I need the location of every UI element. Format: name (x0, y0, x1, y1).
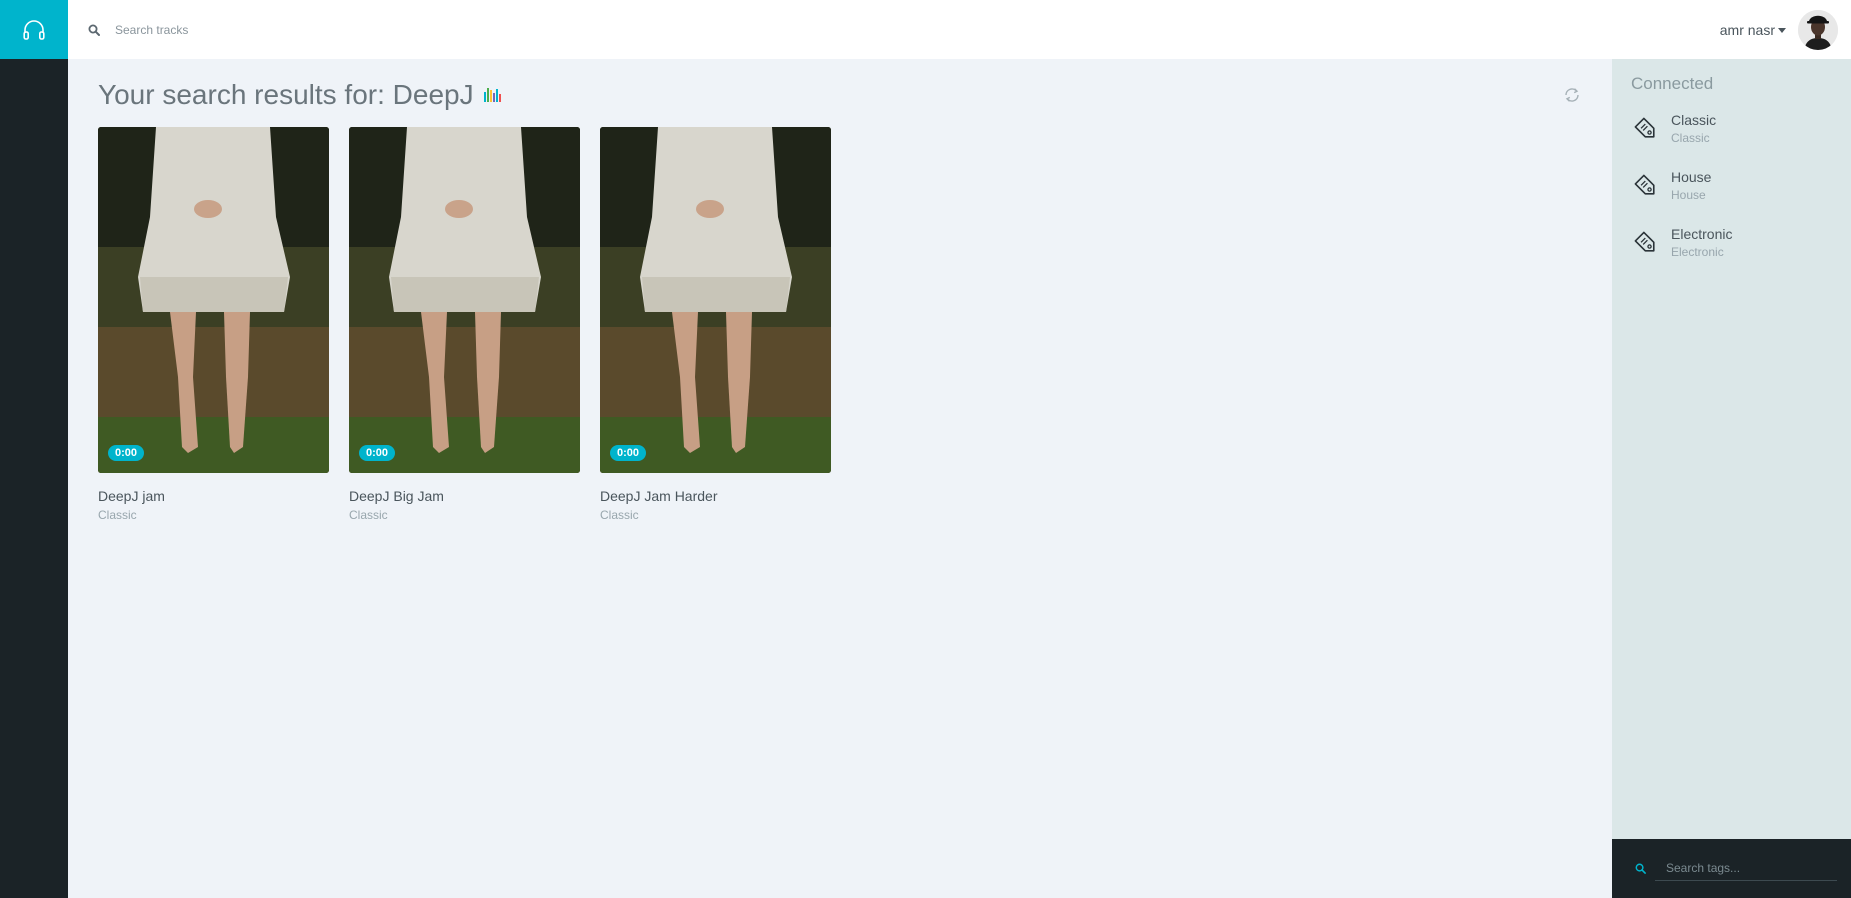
track-title[interactable]: DeepJ jam (98, 488, 329, 504)
track-duration-badge: 0:00 (610, 445, 647, 461)
brand-logo[interactable] (0, 0, 68, 59)
track-cover[interactable]: 0:00 (349, 127, 580, 473)
track-search (88, 0, 515, 59)
track-card[interactable]: 0:00 DeepJ jam Classic (98, 127, 329, 522)
track-card[interactable]: 0:00 DeepJ Jam Harder Classic (600, 127, 831, 522)
track-genre: Classic (98, 508, 137, 522)
page-title: Your search results for: DeepJ (98, 79, 501, 111)
tag-item-electronic[interactable]: Electronic Electronic (1631, 226, 1841, 283)
user-name: amr nasr (1719, 21, 1775, 38)
connected-sidebar: Connected Classic Classic House House El… (1612, 59, 1851, 898)
tag-item-classic[interactable]: Classic Classic (1631, 112, 1841, 169)
tag-subtitle: Electronic (1671, 245, 1724, 259)
tag-list: Classic Classic House House Electronic E… (1631, 112, 1841, 283)
cover-image (98, 127, 329, 473)
track-genre: Classic (349, 508, 388, 522)
tag-name: Classic (1671, 112, 1717, 128)
user-menu[interactable]: amr nasr (1720, 0, 1838, 59)
main-content: Your search results for: DeepJ 0:00 Deep… (68, 59, 1612, 898)
track-duration-badge: 0:00 (108, 445, 145, 461)
cover-image (349, 127, 580, 473)
track-genre: Classic (600, 508, 639, 522)
track-cover[interactable]: 0:00 (600, 127, 831, 473)
top-header: amr nasr (68, 0, 1851, 59)
tag-name: House (1671, 169, 1712, 185)
tag-icon (1634, 117, 1655, 138)
tag-item-house[interactable]: House House (1631, 169, 1841, 226)
tag-name: Electronic (1671, 226, 1733, 242)
user-avatar (1798, 9, 1838, 50)
search-icon (88, 24, 100, 36)
refresh-button[interactable] (1562, 85, 1582, 110)
track-title[interactable]: DeepJ Big Jam (349, 488, 580, 504)
track-cover[interactable]: 0:00 (98, 127, 329, 473)
search-tracks-input[interactable] (115, 22, 515, 37)
headphones-icon (23, 19, 45, 40)
tag-icon (1634, 231, 1655, 252)
cover-image (600, 127, 831, 473)
refresh-icon (1565, 88, 1579, 102)
tag-subtitle: Classic (1671, 131, 1710, 145)
search-tags-input[interactable] (1655, 855, 1837, 881)
track-title[interactable]: DeepJ Jam Harder (600, 488, 831, 504)
track-duration-badge: 0:00 (359, 445, 396, 461)
chevron-down-icon (1778, 28, 1786, 33)
equalizer-icon (483, 88, 501, 102)
search-icon (1635, 863, 1646, 874)
sidebar-title: Connected (1631, 74, 1714, 93)
track-card[interactable]: 0:00 DeepJ Big Jam Classic (349, 127, 580, 522)
tag-icon (1634, 174, 1655, 195)
track-grid: 0:00 DeepJ jam Classic 0:00 DeepJ Big Ja… (98, 127, 831, 522)
tag-search-bar (1612, 839, 1851, 898)
tag-subtitle: House (1671, 188, 1706, 202)
page-title-text: Your search results for: DeepJ (98, 79, 474, 110)
left-rail (0, 0, 68, 898)
